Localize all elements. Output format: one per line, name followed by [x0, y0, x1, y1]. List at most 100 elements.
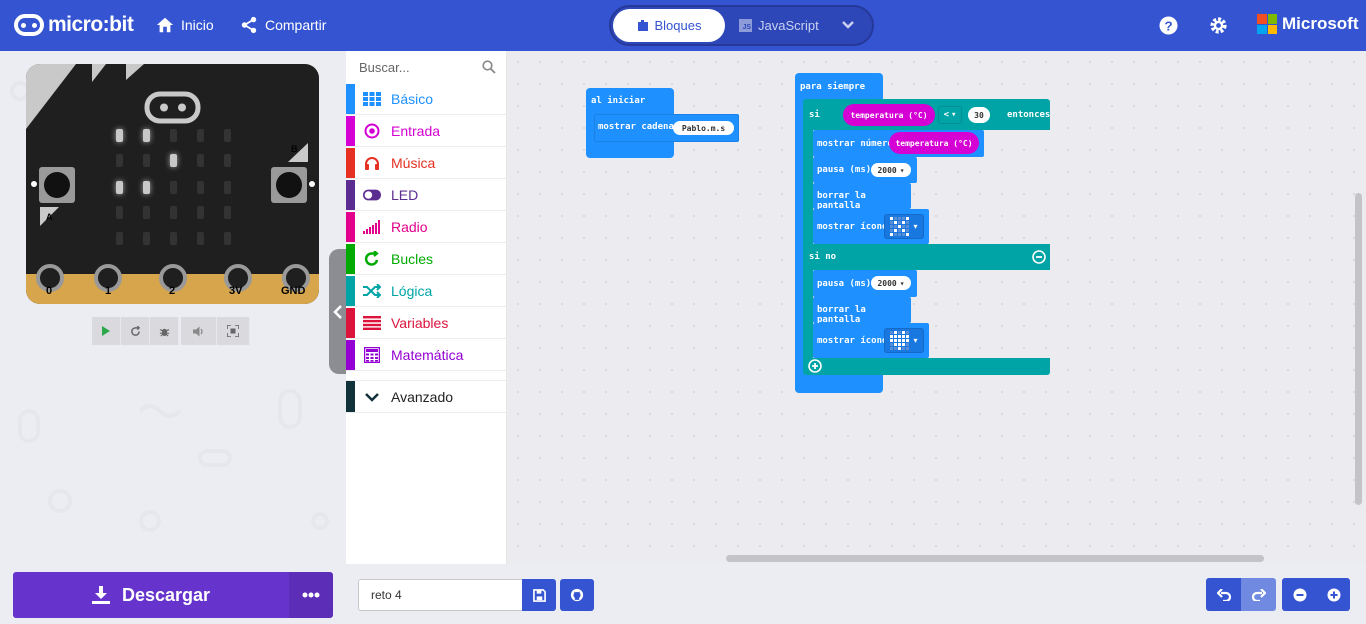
- pause-value-dropdown[interactable]: 2000 ▾: [871, 163, 911, 177]
- led: [143, 129, 150, 142]
- microsoft-label: Microsoft: [1282, 14, 1359, 33]
- microbit-board[interactable]: B A 0 1 2 3V GND: [26, 64, 319, 304]
- heart-icon: [890, 331, 910, 350]
- dropdown-caret-icon: ▾: [913, 222, 918, 231]
- restart-button[interactable]: [121, 317, 150, 345]
- search-placeholder: Buscar...: [359, 60, 410, 75]
- logo-text: micro:bit: [48, 13, 134, 36]
- floppy-disk-icon: [532, 588, 546, 602]
- clear-screen-label: borrar la pantalla: [817, 305, 866, 325]
- blocks-workspace[interactable]: al iniciar mostrar cadena Pablo.m.s para…: [507, 51, 1366, 564]
- microsoft-logo[interactable]: Microsoft: [1257, 14, 1359, 34]
- tab-javascript-label: JavaScript: [758, 18, 819, 33]
- category-logic[interactable]: Lógica: [346, 276, 506, 307]
- category-label: Matemática: [391, 347, 464, 363]
- home-button[interactable]: Inicio: [156, 16, 214, 34]
- category-radio[interactable]: Radio: [346, 212, 506, 243]
- category-basic[interactable]: Básico: [346, 84, 506, 115]
- play-button[interactable]: [92, 317, 121, 345]
- help-icon[interactable]: ?: [1159, 16, 1178, 35]
- led: [170, 154, 177, 167]
- if-arm: [803, 130, 813, 244]
- temperature-label: temperatura (°C): [850, 110, 928, 120]
- led: [143, 206, 150, 219]
- collapse-simulator-button[interactable]: [329, 249, 346, 374]
- fullscreen-button[interactable]: [217, 317, 250, 345]
- pause-value: 2000: [877, 278, 897, 288]
- plus-circle-icon[interactable]: [808, 359, 822, 373]
- forever-label: para siempre: [800, 82, 866, 92]
- pin-label: 0: [46, 285, 53, 297]
- vertical-scrollbar[interactable]: [1355, 193, 1362, 505]
- operator-dropdown[interactable]: < ▾: [938, 106, 962, 124]
- icon-dropdown-no[interactable]: ▾: [884, 214, 924, 239]
- category-math[interactable]: Matemática: [346, 340, 506, 371]
- category-variables[interactable]: Variables: [346, 308, 506, 339]
- string-value-field[interactable]: Pablo.m.s: [673, 121, 734, 135]
- zoom-in-button[interactable]: [1317, 578, 1350, 611]
- tab-blocks[interactable]: Bloques: [613, 9, 725, 42]
- minus-circle-icon[interactable]: [1032, 250, 1046, 264]
- github-button[interactable]: [560, 579, 594, 611]
- bug-icon: [159, 328, 169, 336]
- category-input[interactable]: Entrada: [346, 116, 506, 147]
- pause-value-dropdown[interactable]: 2000 ▾: [871, 276, 911, 290]
- download-button[interactable]: Descargar: [13, 572, 289, 618]
- string-value: Pablo.m.s: [681, 123, 726, 133]
- category-label: Lógica: [391, 283, 433, 299]
- category-music[interactable]: Música: [346, 148, 506, 179]
- toolbox: Buscar... Básico Entrada Música LED Radi…: [346, 51, 507, 564]
- category-label: Música: [391, 155, 436, 171]
- play-icon: [102, 326, 110, 336]
- category-color-bar: [346, 340, 355, 370]
- pin-label: 1: [105, 285, 112, 297]
- button-b[interactable]: [271, 167, 307, 203]
- chevron-down-icon[interactable]: [841, 18, 855, 32]
- debug-button[interactable]: [150, 317, 179, 345]
- show-icon-label: mostrar ícono: [817, 336, 888, 346]
- led: [116, 206, 123, 219]
- restart-icon: [130, 325, 140, 336]
- led: [143, 232, 150, 245]
- share-icon: [241, 16, 257, 34]
- show-number-label: mostrar número: [817, 139, 893, 149]
- zoom-in-icon: [1327, 588, 1340, 601]
- threshold-field[interactable]: 30: [968, 107, 990, 123]
- led: [224, 206, 231, 219]
- save-button[interactable]: [522, 579, 556, 611]
- horizontal-scrollbar[interactable]: [726, 555, 1264, 562]
- category-label: Bucles: [391, 251, 434, 267]
- tab-javascript[interactable]: JS JavaScript: [739, 9, 819, 42]
- mute-button[interactable]: [181, 317, 217, 345]
- share-button[interactable]: Compartir: [240, 16, 326, 34]
- icon-dropdown-heart[interactable]: ▾: [884, 328, 924, 353]
- share-label: Compartir: [265, 17, 327, 33]
- bottom-bar: Descargar: [0, 564, 1366, 624]
- clear-screen-block[interactable]: borrar la pantalla: [813, 183, 911, 211]
- category-color-bar: [346, 116, 355, 146]
- clear-screen-block[interactable]: borrar la pantalla: [813, 297, 911, 325]
- category-led[interactable]: LED: [346, 180, 506, 211]
- temperature-reporter[interactable]: temperatura (°C): [889, 132, 979, 154]
- temperature-reporter[interactable]: temperatura (°C): [843, 104, 935, 126]
- operator-label: <: [943, 110, 949, 120]
- undo-button[interactable]: [1206, 578, 1241, 611]
- pause-label: pausa (ms): [817, 165, 872, 175]
- category-advanced[interactable]: Avanzado: [346, 380, 506, 413]
- download-more-button[interactable]: [289, 572, 333, 618]
- redo-button[interactable]: [1241, 578, 1276, 611]
- ellipsis-icon: [302, 592, 320, 598]
- button-a[interactable]: [39, 167, 75, 203]
- search-icon[interactable]: [482, 60, 496, 74]
- category-loops[interactable]: Bucles: [346, 244, 506, 275]
- toggle-icon: [363, 186, 381, 204]
- puzzle-icon: [637, 20, 648, 31]
- category-color-bar: [346, 308, 355, 338]
- zoom-out-icon: [1293, 588, 1306, 601]
- zoom-out-button[interactable]: [1282, 578, 1317, 611]
- pause-value: 2000: [877, 165, 897, 175]
- project-name-input[interactable]: [358, 579, 523, 611]
- gear-icon[interactable]: [1209, 16, 1228, 35]
- else-arm: [803, 270, 813, 358]
- microbit-logo[interactable]: micro:bit: [14, 13, 134, 37]
